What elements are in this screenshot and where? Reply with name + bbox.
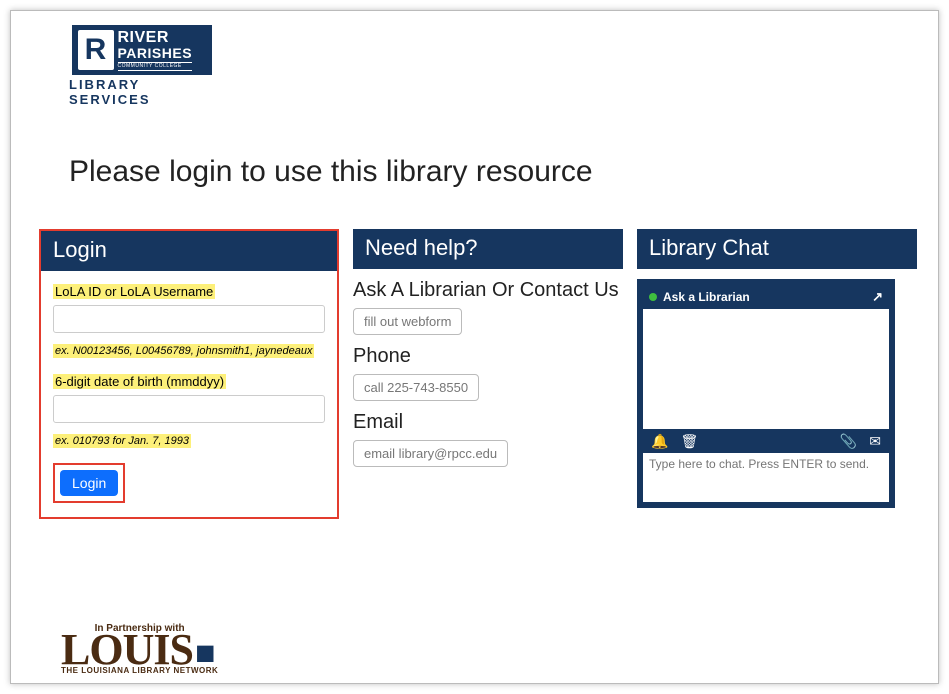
brand-r-icon: R [78, 30, 114, 70]
brand-line1: RIVER [118, 30, 193, 46]
login-heading: Login [41, 231, 337, 271]
help-email-button[interactable]: email library@rpcc.edu [353, 440, 508, 467]
help-ask-title: Ask A Librarian Or Contact Us [353, 279, 623, 302]
username-input[interactable] [53, 305, 325, 333]
chat-input[interactable] [643, 453, 889, 499]
chat-toolbar: 🔔 🗑 📎 ✉ [643, 429, 889, 453]
trash-icon[interactable]: 🗑 [680, 433, 698, 450]
login-button-highlight: Login [53, 463, 125, 503]
partner-bottom: THE LOUISIANA LIBRARY NETWORK [61, 666, 218, 675]
help-phone-button[interactable]: call 225-743-8550 [353, 374, 479, 401]
page-frame: R RIVER PARISHES COMMUNITY COLLEGE LIBRA… [10, 10, 939, 684]
partner-big: LOUIS ■ [61, 635, 218, 666]
columns: Login LoLA ID or LoLA Username ex. N0012… [29, 229, 920, 519]
help-panel: Need help? Ask A Librarian Or Contact Us… [353, 229, 623, 467]
password-label: 6-digit date of birth (mmddyy) [53, 374, 226, 389]
chat-titlebar: Ask a Librarian ↗ [643, 285, 889, 309]
help-heading: Need help? [353, 229, 623, 269]
brand-logo-box: R RIVER PARISHES COMMUNITY COLLEGE [72, 25, 212, 75]
status-online-icon [649, 293, 657, 301]
chat-widget-title: Ask a Librarian [663, 290, 750, 304]
login-body: LoLA ID or LoLA Username ex. N00123456, … [41, 271, 337, 507]
help-body: Ask A Librarian Or Contact Us fill out w… [353, 279, 623, 467]
username-label: LoLA ID or LoLA Username [53, 284, 215, 299]
help-phone-title: Phone [353, 345, 623, 368]
envelope-icon[interactable]: ✉ [869, 433, 881, 450]
chat-history[interactable] [643, 309, 889, 429]
bell-icon[interactable]: 🔔 [651, 433, 668, 450]
help-email-title: Email [353, 411, 623, 434]
brand-line3: COMMUNITY COLLEGE [118, 62, 193, 71]
login-button[interactable]: Login [60, 470, 118, 496]
password-hint: ex. 010793 for Jan. 7, 1993 [53, 434, 191, 448]
chat-widget: Ask a Librarian ↗ 🔔 🗑 📎 ✉ [637, 279, 895, 508]
help-ask-button[interactable]: fill out webform [353, 308, 462, 335]
login-panel: Login LoLA ID or LoLA Username ex. N0012… [39, 229, 339, 519]
password-input[interactable] [53, 395, 325, 423]
page-title: Please login to use this library resourc… [69, 155, 920, 189]
username-hint: ex. N00123456, L00456789, johnsmith1, ja… [53, 344, 314, 358]
attachment-icon[interactable]: 📎 [840, 433, 857, 450]
brand-line2: PARISHES [118, 46, 193, 60]
partner-logo: In Partnership with LOUIS ■ THE LOUISIAN… [61, 623, 218, 675]
brand-subtitle: LIBRARY SERVICES [69, 77, 214, 107]
brand-text: RIVER PARISHES COMMUNITY COLLEGE [118, 30, 193, 71]
popout-icon[interactable]: ↗ [872, 289, 883, 305]
chat-heading: Library Chat [637, 229, 917, 269]
brand-logo: R RIVER PARISHES COMMUNITY COLLEGE LIBRA… [69, 25, 214, 107]
chat-panel: Library Chat Ask a Librarian ↗ 🔔 🗑 [637, 229, 917, 508]
louisiana-state-icon: ■ [195, 642, 215, 666]
partner-big-text: LOUIS [61, 635, 193, 666]
